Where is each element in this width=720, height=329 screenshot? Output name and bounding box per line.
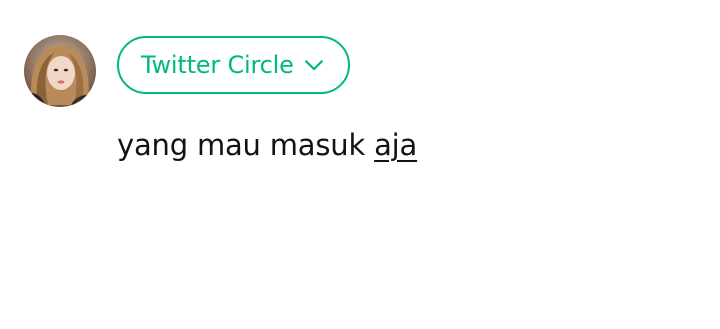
audience-selector-button[interactable]: Twitter Circle bbox=[117, 36, 350, 94]
user-avatar[interactable] bbox=[24, 35, 96, 107]
avatar-image bbox=[24, 35, 96, 107]
tweet-text-plain: yang mau masuk bbox=[117, 128, 375, 162]
chevron-down-icon bbox=[302, 53, 326, 77]
tweet-text-input[interactable]: yang mau masuk aja bbox=[117, 128, 417, 162]
tweet-composer: Twitter Circle yang mau masuk aja bbox=[0, 0, 720, 329]
tweet-text-underlined-word: aja bbox=[374, 128, 418, 162]
audience-label: Twitter Circle bbox=[141, 51, 294, 79]
